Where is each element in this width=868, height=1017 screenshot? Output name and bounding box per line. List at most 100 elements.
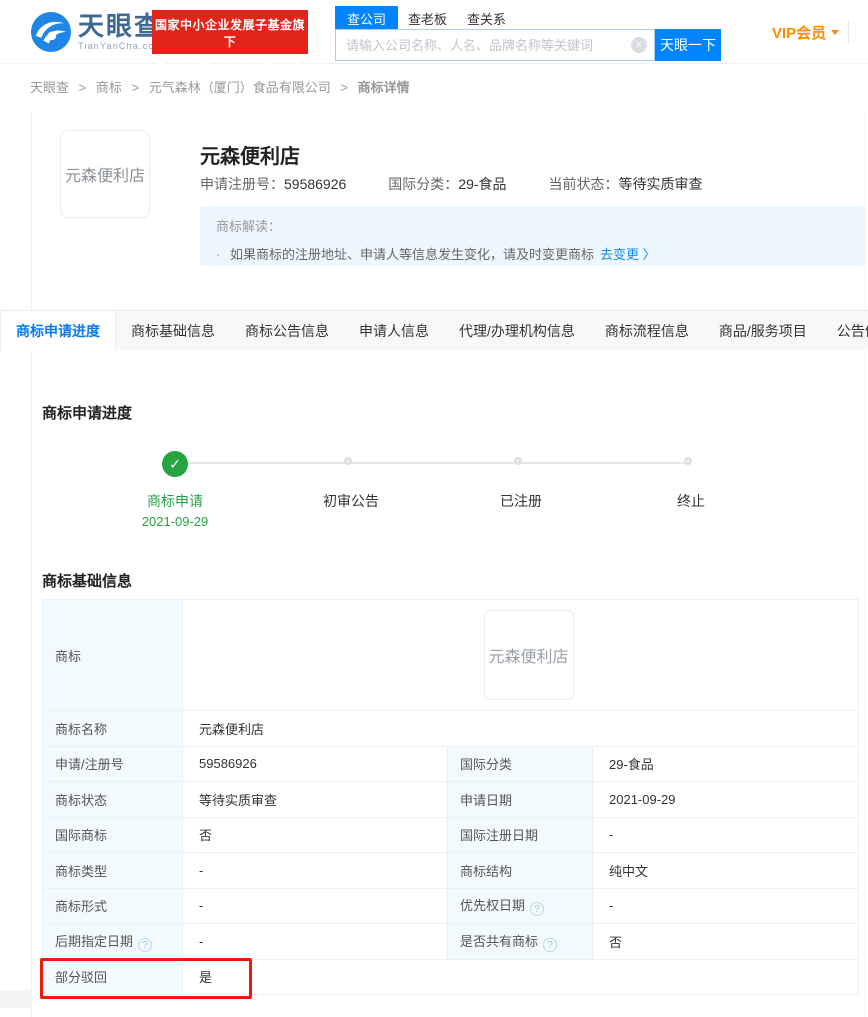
- check-icon: ✓: [162, 451, 188, 477]
- progress-dot-pending: [344, 457, 352, 465]
- row-label: 商标状态: [43, 782, 183, 818]
- row-value: 纯中文: [593, 853, 859, 889]
- breadcrumb-separator: >: [340, 80, 348, 95]
- row-value: 否: [593, 924, 859, 960]
- row-label: 商标结构: [448, 853, 593, 889]
- status-label: 当前状态：: [549, 176, 619, 192]
- row-value: 元森便利店: [183, 711, 859, 747]
- content-left-border: [31, 112, 32, 1017]
- chevron-down-icon: [831, 30, 839, 35]
- table-row-partial-rejection: 部分驳回 是: [43, 959, 859, 995]
- tip-text: 如果商标的注册地址、申请人等信息发生变化，请及时变更商标: [230, 247, 594, 262]
- search-tab-company[interactable]: 查公司: [335, 6, 398, 31]
- row-label: 商标形式: [43, 888, 183, 924]
- tab-goods-services[interactable]: 商品/服务项目: [704, 311, 822, 351]
- breadcrumb-separator: >: [79, 80, 87, 95]
- tab-gazette-info[interactable]: 商标公告信息: [230, 311, 344, 351]
- reg-no-value: 59586926: [284, 176, 346, 192]
- table-row: 后期指定日期? - 是否共有商标? 否: [43, 924, 859, 960]
- clear-search-icon[interactable]: ×: [631, 37, 647, 53]
- detail-tab-bar: 商标申请进度 商标基础信息 商标公告信息 申请人信息 代理/办理机构信息 商标流…: [0, 310, 868, 351]
- help-icon[interactable]: ?: [543, 938, 557, 952]
- progress-section-title: 商标申请进度: [42, 402, 132, 423]
- reg-no-label: 申请注册号：: [200, 176, 284, 192]
- row-label: 国际分类: [448, 746, 593, 782]
- table-row: 商标名称 元森便利店: [43, 711, 859, 747]
- tab-basic-info[interactable]: 商标基础信息: [116, 311, 230, 351]
- search-type-tabs: 查公司 查老板 查关系: [335, 6, 516, 31]
- basic-info-section-title: 商标基础信息: [42, 570, 132, 591]
- row-value: 等待实质审查: [183, 782, 448, 818]
- search-box: × 天眼一下: [335, 29, 721, 61]
- class-value: 29-食品: [458, 176, 506, 192]
- step-label-terminated: 终止: [677, 491, 705, 511]
- tianyancha-eye-icon: [30, 11, 72, 53]
- row-label: 商标: [43, 600, 183, 711]
- row-value: 2021-09-29: [593, 782, 859, 818]
- trademark-summary-fields: 申请注册号：59586926 国际分类：29-食品 当前状态：等待实质审查: [200, 174, 745, 194]
- tab-applicant-info[interactable]: 申请人信息: [344, 311, 444, 351]
- search-button[interactable]: 天眼一下: [655, 29, 721, 61]
- tab-agency-info[interactable]: 代理/办理机构信息: [444, 311, 590, 351]
- breadcrumb-current: 商标详情: [358, 80, 410, 95]
- row-label: 商标类型: [43, 853, 183, 889]
- table-row: 商标 元森便利店: [43, 600, 859, 711]
- logo-title: 天眼查: [78, 13, 163, 39]
- page-edge-shade: [0, 990, 31, 1008]
- table-row: 商标类型 - 商标结构 纯中文: [43, 853, 859, 889]
- row-label: 是否共有商标: [460, 934, 538, 949]
- basic-info-table: 商标 元森便利店 商标名称 元森便利店 申请/注册号 59586926 国际分类…: [42, 599, 859, 995]
- step-label-applied: 商标申请: [147, 491, 203, 511]
- badge-line1: 国家中小企业发展子基金旗下: [152, 16, 308, 50]
- row-value: -: [183, 888, 448, 924]
- row-label: 申请日期: [448, 782, 593, 818]
- step-date-applied: 2021-09-29: [142, 514, 209, 529]
- search-tab-boss[interactable]: 查老板: [398, 6, 457, 31]
- row-value: -: [593, 888, 859, 924]
- row-value: 是: [183, 959, 859, 995]
- logo-domain: TianYanCha.com: [78, 41, 163, 51]
- row-label: 国际商标: [43, 817, 183, 853]
- status-value: 等待实质审查: [619, 176, 703, 192]
- row-label: 后期指定日期: [55, 934, 133, 949]
- progress-connector-line: [175, 462, 691, 464]
- go-change-link[interactable]: 去变更 〉: [600, 247, 656, 262]
- table-row: 申请/注册号 59586926 国际分类 29-食品: [43, 746, 859, 782]
- row-value: -: [183, 924, 448, 960]
- vip-label: VIP会员: [772, 22, 826, 43]
- table-row: 商标形式 - 优先权日期? -: [43, 888, 859, 924]
- breadcrumb-item[interactable]: 商标: [96, 80, 122, 95]
- row-label: 国际注册日期: [448, 817, 593, 853]
- tab-process-info[interactable]: 商标流程信息: [590, 311, 704, 351]
- tab-application-progress[interactable]: 商标申请进度: [0, 311, 116, 351]
- search-tab-relation[interactable]: 查关系: [457, 6, 516, 31]
- row-value: -: [183, 853, 448, 889]
- trademark-image: 元森便利店: [60, 130, 150, 218]
- step-label-registered: 已注册: [500, 491, 542, 511]
- search-input[interactable]: [335, 29, 655, 61]
- row-label: 部分驳回: [43, 959, 183, 995]
- class-label: 国际分类：: [388, 176, 458, 192]
- official-badge: 国家中小企业发展子基金旗下 官方备案企业征信机构: [152, 10, 308, 54]
- breadcrumb-item-company[interactable]: 元气森林（厦门）食品有限公司: [149, 80, 331, 95]
- site-logo[interactable]: 天眼查 TianYanCha.com: [30, 11, 163, 53]
- row-value: 59586926: [183, 746, 448, 782]
- row-label: 优先权日期: [460, 898, 525, 913]
- table-row: 国际商标 否 国际注册日期 -: [43, 817, 859, 853]
- row-label: 申请/注册号: [43, 746, 183, 782]
- tip-title: 商标解读：: [216, 216, 850, 235]
- breadcrumb-separator: >: [132, 80, 140, 95]
- header-divider: [848, 20, 849, 44]
- help-icon[interactable]: ?: [530, 902, 544, 916]
- vip-member-link[interactable]: VIP会员: [772, 22, 839, 43]
- table-row: 商标状态 等待实质审查 申请日期 2021-09-29: [43, 782, 859, 818]
- trademark-tip-box: 商标解读： 如果商标的注册地址、申请人等信息发生变化，请及时变更商标去变更 〉: [200, 206, 866, 266]
- step-label-preliminary: 初审公告: [323, 491, 379, 511]
- progress-dot-pending: [684, 457, 692, 465]
- trademark-image-cell: 元森便利店: [484, 610, 574, 700]
- breadcrumb-item[interactable]: 天眼查: [30, 80, 69, 95]
- page-title: 元森便利店: [200, 140, 300, 169]
- tab-announcement[interactable]: 公告信息: [822, 311, 868, 351]
- help-icon[interactable]: ?: [138, 938, 152, 952]
- row-value: 否: [183, 817, 448, 853]
